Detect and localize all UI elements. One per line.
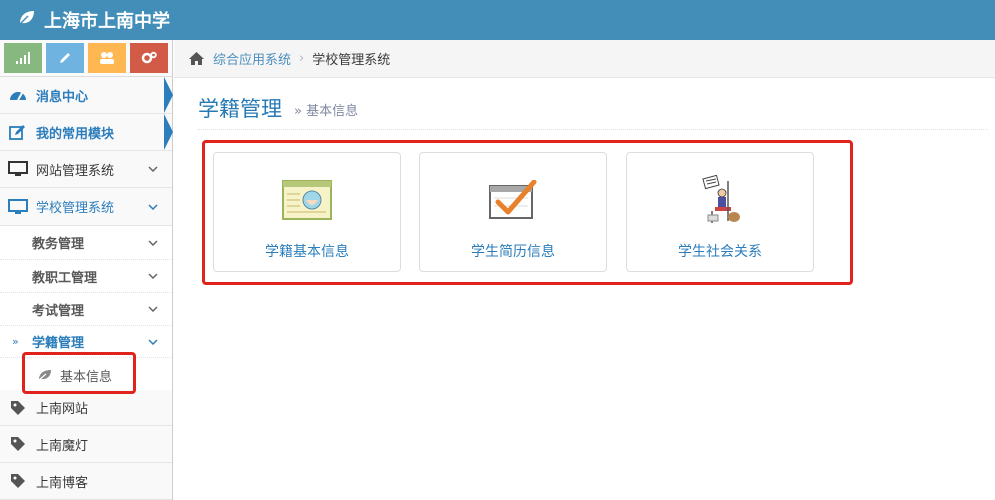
sidebar-item-shangnan-website[interactable]: 上南网站 [0, 390, 172, 426]
sidebar-subitem-label: 考试管理 [32, 303, 85, 319]
top-navbar: 上海市上南中学 [0, 0, 995, 40]
breadcrumb-separator: › [299, 51, 305, 66]
sidebar-item-favorite-modules[interactable]: 我的常用模块 [0, 114, 172, 151]
desktop-icon [8, 197, 28, 217]
sidebar-subitem-exam-management[interactable]: 考试管理 [0, 293, 172, 326]
sidebar: 消息中心 我的常用模块 网站管理系统 学校管理系统 教务管理 教职工管理 考试管… [0, 40, 173, 500]
sidebar-shortcuts [0, 40, 172, 77]
sidebar-subitem-label: 教职工管理 [32, 270, 98, 286]
signal-icon[interactable] [4, 43, 42, 73]
card-label: 学生社会关系 [678, 244, 762, 260]
tag-icon [8, 434, 28, 454]
brand[interactable]: 上海市上南中学 [18, 7, 170, 33]
desktop-icon [8, 159, 28, 179]
card-label: 学生简历信息 [471, 244, 555, 260]
leaf-icon [18, 10, 36, 31]
cogs-icon[interactable] [130, 43, 168, 73]
chevron-down-icon [146, 239, 160, 246]
sidebar-item-shangnan-blog[interactable]: 上南博客 [0, 463, 172, 500]
chevron-down-icon [146, 273, 160, 279]
sidebar-item-message-center[interactable]: 消息中心 [0, 77, 172, 114]
card-student-basic-info[interactable]: 学籍基本信息 [213, 152, 401, 272]
sidebar-item-label: 网站管理系统 [36, 163, 115, 179]
sidebar-subitem-staff-management[interactable]: 教职工管理 [0, 260, 172, 293]
highlight-box-leaf [22, 352, 136, 394]
checkmark-board-icon [488, 175, 538, 225]
sidebar-subitem-academic-affairs[interactable]: 教务管理 [0, 226, 172, 260]
sidebar-item-label: 我的常用模块 [36, 126, 115, 142]
breadcrumb-current: 学校管理系统 [312, 53, 391, 68]
active-arrow [164, 77, 173, 113]
sidebar-item-label: 上南魔灯 [36, 438, 89, 454]
sidebar-item-label: 消息中心 [36, 89, 89, 105]
tag-icon [8, 398, 28, 418]
breadcrumb: 综合应用系统 › 学校管理系统 [174, 40, 995, 78]
card-student-social-relations[interactable]: 学生社会关系 [626, 152, 814, 272]
sidebar-item-website-management[interactable]: 网站管理系统 [0, 151, 172, 188]
sidebar-subitem-label: 教务管理 [32, 237, 85, 252]
card-student-resume[interactable]: 学生简历信息 [419, 152, 607, 272]
users-icon[interactable] [88, 43, 126, 73]
page-title: 学籍管理 [198, 96, 282, 121]
sub-marker: » [12, 335, 19, 348]
sidebar-subitem-label: 学籍管理 [32, 336, 85, 351]
dashboard-icon [8, 85, 28, 105]
card-label: 学籍基本信息 [265, 244, 349, 260]
page-header: 学籍管理 » 基本信息 [198, 86, 988, 130]
home-icon[interactable] [188, 51, 205, 66]
social-relations-icon [698, 175, 742, 225]
sidebar-item-school-management[interactable]: 学校管理系统 [0, 188, 172, 226]
pencil-icon[interactable] [46, 43, 84, 73]
sidebar-item-label: 上南博客 [36, 475, 89, 491]
breadcrumb-link[interactable]: 综合应用系统 [213, 49, 291, 68]
page-subtitle: » 基本信息 [294, 104, 359, 119]
student-card-icon [282, 175, 332, 225]
tag-icon [8, 471, 28, 491]
brand-title: 上海市上南中学 [44, 11, 170, 32]
sidebar-item-shangnan-moodle[interactable]: 上南魔灯 [0, 426, 172, 463]
edit-icon [8, 122, 28, 142]
sidebar-item-label: 学校管理系统 [36, 201, 115, 216]
sidebar-item-label: 上南网站 [36, 402, 89, 417]
chevron-down-icon [146, 306, 160, 312]
active-arrow [164, 114, 173, 150]
chevron-down-icon [146, 338, 160, 345]
chevron-down-icon [146, 166, 160, 172]
chevron-down-icon [146, 203, 160, 210]
